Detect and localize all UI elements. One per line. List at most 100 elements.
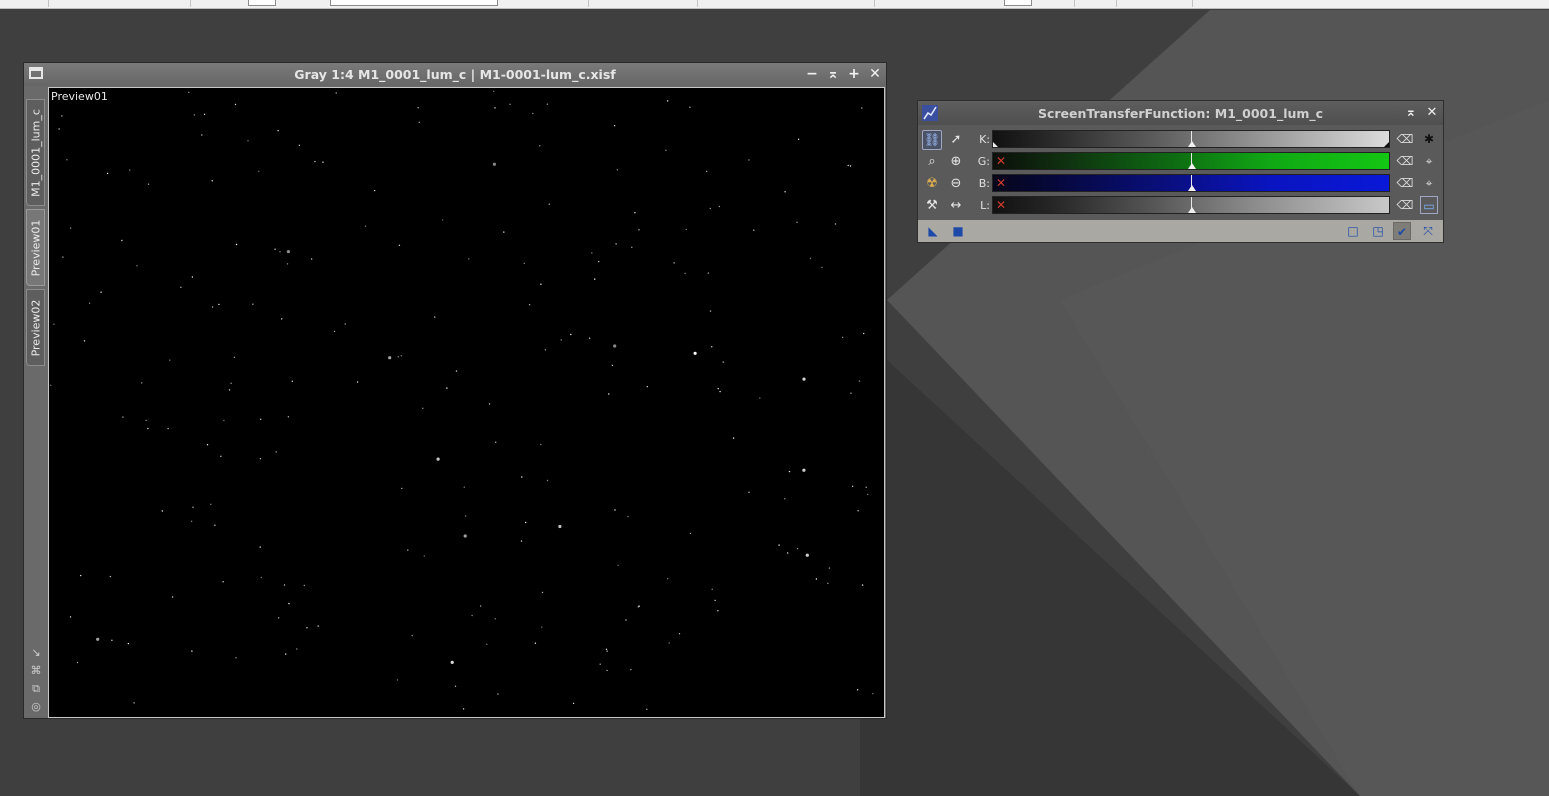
star: [796, 221, 798, 223]
minimize-icon[interactable]: −: [805, 67, 819, 81]
star: [278, 617, 280, 619]
tab-preview02[interactable]: Preview02: [26, 289, 45, 366]
close-icon[interactable]: ✕: [868, 67, 882, 81]
star: [709, 207, 711, 210]
collapse-icon[interactable]: ⤧: [1419, 222, 1437, 240]
star: [136, 265, 138, 267]
star: [709, 310, 712, 312]
monitor-icon[interactable]: ▭: [1420, 196, 1438, 214]
star: [591, 252, 593, 254]
channel-b-label: B:: [978, 177, 990, 190]
fit-icon[interactable]: ⌘: [29, 664, 43, 678]
star: [684, 272, 686, 275]
shadows-handle[interactable]: [993, 142, 998, 147]
midtones-handle[interactable]: [1188, 141, 1196, 147]
reset-channel-l-icon[interactable]: ⌫: [1396, 196, 1414, 214]
star: [190, 520, 193, 522]
star: [608, 393, 610, 395]
channel-b-slider[interactable]: ✕: [992, 174, 1390, 192]
track-view-icon[interactable]: ⌖: [1420, 174, 1438, 192]
star: [211, 180, 213, 182]
auto-stretch-icon[interactable]: ☢: [922, 174, 942, 194]
stf-window[interactable]: ScreenTransferFunction: M1_0001_lum_c ⌅ …: [917, 100, 1444, 243]
star: [286, 263, 289, 265]
star: [847, 164, 849, 167]
channel-g-slider[interactable]: ✕: [992, 152, 1390, 170]
star: [314, 160, 316, 163]
highlights-handle[interactable]: [1384, 142, 1389, 147]
star: [748, 491, 750, 493]
star: [259, 458, 262, 460]
star: [509, 103, 511, 105]
maximize-icon[interactable]: +: [847, 67, 861, 81]
star: [787, 552, 789, 554]
star-field: [50, 90, 874, 710]
star: [666, 578, 669, 580]
star: [525, 521, 527, 524]
star: [356, 381, 359, 383]
image-canvas[interactable]: Preview01: [48, 87, 885, 718]
fit-width-icon[interactable]: ↔: [946, 196, 966, 216]
star: [69, 227, 72, 229]
pointer-icon[interactable]: ➚: [946, 130, 966, 150]
tab-preview02-label: Preview02: [29, 299, 42, 356]
star: [468, 258, 470, 260]
star: [493, 90, 495, 93]
star: [711, 346, 713, 348]
star: [520, 540, 523, 542]
star: [407, 549, 409, 551]
image-window-titlebar[interactable]: Gray 1:4 M1_0001_lum_c | M1-0001-lum_c.x…: [24, 63, 886, 86]
link-channels-icon[interactable]: ⛓: [922, 130, 942, 150]
crosshair-icon[interactable]: ⌖: [1420, 152, 1438, 170]
star: [492, 162, 496, 166]
star: [570, 333, 572, 336]
zoom-icon[interactable]: ⌕: [922, 152, 942, 172]
reset-channel-g-icon[interactable]: ⌫: [1396, 152, 1414, 170]
star: [544, 349, 547, 351]
arrow-down-right-icon[interactable]: ↘: [29, 646, 43, 660]
image-window[interactable]: Gray 1:4 M1_0001_lum_c | M1-0001-lum_c.x…: [23, 62, 887, 719]
star: [521, 476, 523, 478]
apply-icon[interactable]: ✔: [1393, 222, 1411, 240]
tab-preview01[interactable]: Preview01: [26, 209, 45, 286]
star: [283, 584, 286, 586]
close-icon[interactable]: ✕: [1425, 106, 1439, 120]
star: [121, 239, 123, 242]
star: [849, 165, 852, 167]
browse-documentation-icon[interactable]: □: [1344, 222, 1362, 240]
channel-k-slider[interactable]: [992, 130, 1390, 148]
channel-l-label: L:: [980, 199, 990, 212]
clone-icon[interactable]: ⧉: [29, 682, 43, 696]
reset-channel-k-icon[interactable]: ⌫: [1396, 130, 1414, 148]
stf-titlebar[interactable]: ScreenTransferFunction: M1_0001_lum_c ⌅ …: [918, 101, 1443, 125]
star: [109, 575, 112, 578]
star: [322, 161, 324, 163]
channel-k-label: K:: [979, 133, 990, 146]
wrench-icon[interactable]: ⚒: [922, 196, 942, 216]
star: [417, 107, 419, 109]
star: [274, 248, 276, 250]
star: [539, 145, 541, 147]
star: [279, 251, 281, 253]
apply-global-icon[interactable]: ■: [949, 222, 967, 240]
tab-main-view[interactable]: M1_0001_lum_c: [26, 99, 45, 206]
zoom-out-icon[interactable]: ⊖: [946, 174, 966, 194]
star: [605, 648, 608, 650]
star: [748, 159, 750, 161]
star: [717, 610, 719, 612]
star: [401, 487, 403, 490]
zoom-in-icon[interactable]: ⊕: [946, 152, 966, 172]
disabled-x-icon: ✕: [996, 154, 1007, 168]
new-instance-icon[interactable]: ◣: [924, 222, 942, 240]
target-icon[interactable]: ◎: [29, 700, 43, 714]
star: [423, 555, 425, 557]
view-tab-sidebar: M1_0001_lum_c Preview01 Preview02 ↘ ⌘ ⧉ …: [24, 86, 47, 718]
reset-channel-b-icon[interactable]: ⌫: [1396, 174, 1414, 192]
channel-l-slider[interactable]: ✕: [992, 196, 1390, 214]
star: [53, 323, 55, 325]
star: [210, 503, 212, 505]
shade-icon[interactable]: ⌅: [1404, 106, 1418, 120]
settings-icon[interactable]: ✱: [1420, 130, 1438, 148]
reset-icon[interactable]: ◳: [1369, 222, 1387, 240]
shade-icon[interactable]: ⌅: [826, 67, 840, 81]
